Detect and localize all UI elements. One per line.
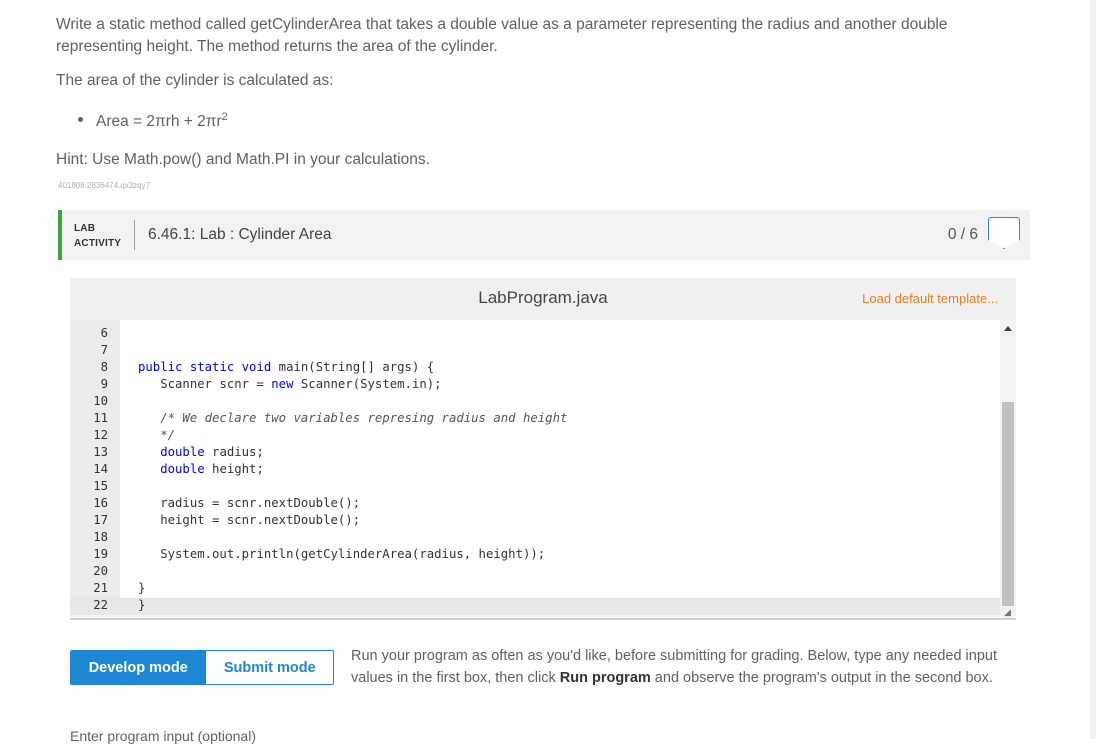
prompt-paragraph-1: Write a static method called getCylinder… [56, 16, 948, 55]
code-line[interactable]: 14 double height; [70, 462, 1000, 479]
load-default-template-link[interactable]: Load default template... [862, 291, 998, 306]
completion-badge-icon [988, 217, 1020, 249]
code-line-text: double height; [160, 462, 264, 476]
code-line[interactable]: 18 [70, 530, 1000, 547]
formula-text: Area = 2πrh + 2πr2 [96, 106, 228, 133]
code-line-text: /* We declare two variables represing ra… [138, 411, 568, 425]
code-line-text: */ [138, 428, 176, 442]
code-line-text: height = scnr.nextDouble(); [138, 513, 361, 527]
line-number: 17 [93, 513, 108, 527]
editor-scrollbar[interactable] [1000, 320, 1016, 616]
line-number: 21 [93, 581, 108, 595]
run-instructions: Run your program as often as you'd like,… [351, 645, 1021, 689]
code-line[interactable]: 20 [70, 564, 1000, 581]
code-line[interactable]: 9 Scanner scnr = new Scanner(System.in); [70, 377, 1000, 394]
code-line[interactable]: 12 */ [70, 428, 1000, 445]
code-line-text: Scanner scnr = new Scanner(System.in); [138, 377, 442, 391]
program-input-label: Enter program input (optional) [70, 728, 256, 744]
lab-activity-header: LAB ACTIVITY 6.46.1: Lab : Cylinder Area… [58, 210, 1030, 260]
code-line-text: double radius; [160, 445, 264, 459]
editor-toolbar: LabProgram.java Load default template... [70, 278, 1016, 320]
code-text-area[interactable]: 6 7 8 public static void main(String[] args… [70, 320, 1000, 615]
mode-toggle: Develop mode Submit mode [70, 650, 334, 685]
bullet-dot [78, 117, 83, 123]
code-line[interactable]: 8 public static void main(String[] args) … [70, 360, 1000, 377]
code-line[interactable]: 22} [70, 598, 1000, 615]
line-number: 11 [93, 411, 108, 425]
code-line[interactable]: 11 /* We declare two variables represing… [70, 411, 1000, 428]
code-editor: LabProgram.java Load default template...… [70, 278, 1016, 620]
code-line[interactable]: 21} [70, 581, 1000, 598]
content-id: 401808.2836474.qx3zqy7 [58, 181, 151, 190]
line-number: 10 [93, 394, 108, 408]
line-number: 18 [93, 530, 108, 544]
line-number: 14 [93, 462, 108, 476]
editor-scroll-thumb[interactable] [1002, 402, 1014, 606]
lab-divider [134, 220, 135, 250]
lab-activity-tag: LAB ACTIVITY [74, 221, 121, 251]
resize-grip-icon[interactable]: ◢ [1004, 608, 1012, 617]
code-line-text: } [138, 581, 146, 595]
code-line-text: public static void main(String[] args) { [138, 360, 435, 374]
formula-main: Area = 2πrh + 2πr [96, 113, 222, 131]
lab-score: 0 / 6 [947, 226, 978, 243]
code-line[interactable]: 15 [70, 479, 1000, 496]
line-number: 12 [93, 428, 108, 442]
run-info-bold: Run program [559, 670, 651, 686]
line-number: 15 [93, 479, 108, 493]
scroll-up-arrow-icon[interactable] [1004, 326, 1012, 331]
line-number: 7 [100, 343, 108, 357]
code-line[interactable]: 6 [70, 326, 1000, 343]
code-line[interactable]: 17 height = scnr.nextDouble(); [70, 513, 1000, 530]
formula-exponent: 2 [221, 111, 228, 123]
code-line[interactable]: 13 double radius; [70, 445, 1000, 462]
run-info-part2: and observe the program's output in the … [650, 670, 993, 686]
line-number: 19 [93, 547, 108, 561]
hint-text: Hint: Use Math.pow() and Math.PI in your… [56, 151, 430, 169]
line-number: 13 [93, 445, 108, 459]
line-number: 22 [93, 598, 108, 612]
line-number: 9 [100, 377, 108, 391]
formula-bullet: Area = 2πrh + 2πr2 [78, 106, 976, 133]
editor-bottom-border [70, 618, 1016, 620]
lab-tag-line2: ACTIVITY [74, 238, 122, 249]
prompt-paragraph-2: The area of the cylinder is calculated a… [56, 72, 334, 89]
submit-mode-button[interactable]: Submit mode [205, 651, 333, 684]
code-line[interactable]: 16 radius = scnr.nextDouble(); [70, 496, 1000, 513]
lab-title: 6.46.1: Lab : Cylinder Area [148, 226, 332, 243]
code-line-text: System.out.println(getCylinderArea(radiu… [138, 547, 546, 561]
line-number: 20 [93, 564, 108, 578]
line-number: 8 [100, 360, 108, 374]
line-number: 6 [100, 326, 108, 340]
lab-tag-line1: LAB [74, 223, 96, 234]
page-scrollbar[interactable] [1090, 0, 1096, 739]
code-line-text: radius = scnr.nextDouble(); [138, 496, 361, 510]
code-line[interactable]: 10 [70, 394, 1000, 411]
code-line[interactable]: 19 System.out.println(getCylinderArea(ra… [70, 547, 1000, 564]
line-number: 16 [93, 496, 108, 510]
develop-mode-button[interactable]: Develop mode [71, 651, 206, 684]
problem-prompt: Write a static method called getCylinder… [56, 14, 976, 171]
code-line-text: } [138, 598, 146, 612]
code-line[interactable]: 7 [70, 343, 1000, 360]
